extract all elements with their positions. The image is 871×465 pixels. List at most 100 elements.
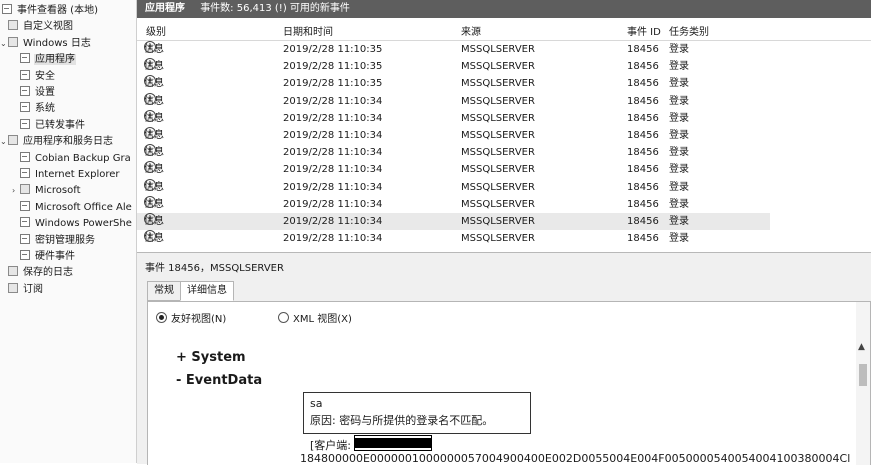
- sidebar-item[interactable]: 保存的日志: [0, 265, 144, 281]
- sidebar-item[interactable]: Windows PowerShe: [0, 216, 156, 232]
- table-row[interactable]: i 信息 2019/2/28 11:10:35 MSSQLSERVER 18456 登录: [137, 75, 770, 92]
- level-cell: i 信息: [144, 161, 164, 178]
- datetime-cell: 2019/2/28 11:10:34: [283, 181, 383, 193]
- event-id-cell: 18456: [627, 198, 659, 210]
- folder-icon: [8, 266, 18, 277]
- event-id-cell: 18456: [627, 44, 659, 55]
- event-user: sa: [310, 397, 323, 410]
- datetime-cell: 2019/2/28 11:10:34: [283, 112, 383, 124]
- system-section-toggle[interactable]: + System: [176, 350, 246, 365]
- sidebar-item[interactable]: 安全: [0, 69, 156, 85]
- sidebar-item-label: 设置: [35, 87, 55, 98]
- sidebar-item[interactable]: 系统: [0, 101, 156, 117]
- level-cell: i 信息: [144, 178, 164, 196]
- column-header-source[interactable]: 来源: [461, 26, 481, 40]
- column-header-level[interactable]: 级别: [146, 26, 166, 40]
- friendly-view-radio[interactable]: 友好视图(N): [156, 312, 226, 327]
- sidebar-item[interactable]: › Microsoft: [0, 183, 156, 199]
- log-icon: [20, 118, 30, 129]
- xml-view-radio[interactable]: XML 视图(X): [278, 312, 352, 327]
- source-cell: MSSQLSERVER: [461, 216, 535, 227]
- table-row[interactable]: i 信息 2019/2/28 11:10:35 MSSQLSERVER 18456 登录: [137, 58, 770, 75]
- table-row[interactable]: i 信息 2019/2/28 11:10:34 MSSQLSERVER 18456 登录: [137, 144, 770, 161]
- event-id-cell: 18456: [627, 112, 659, 124]
- table-row[interactable]: i 信息 2019/2/28 11:10:34 MSSQLSERVER 18456 登录: [137, 92, 770, 110]
- sidebar-item[interactable]: 已转发事件: [0, 118, 156, 134]
- table-row[interactable]: i 信息 2019/2/28 11:10:34 MSSQLSERVER 18456 登录: [137, 178, 770, 196]
- log-icon: [20, 53, 30, 64]
- sidebar-item[interactable]: Cobian Backup Gra: [0, 151, 156, 167]
- column-header-category[interactable]: 任务类别: [669, 26, 709, 40]
- sidebar-item-label: 保存的日志: [23, 267, 73, 279]
- info-icon: i: [144, 92, 156, 105]
- event-id-cell: 18456: [627, 181, 659, 193]
- sidebar-item[interactable]: ⌄ Windows 日志: [0, 36, 144, 52]
- event-id-cell: 18456: [627, 164, 659, 176]
- sidebar-item-label: 已转发事件: [35, 119, 85, 131]
- event-viewer-icon: [2, 4, 12, 14]
- category-cell: 登录: [669, 233, 689, 245]
- sidebar-item[interactable]: ⌄ 应用程序和服务日志: [0, 134, 144, 150]
- scroll-up-icon[interactable]: ▲: [858, 342, 865, 352]
- level-cell: i 信息: [144, 230, 164, 247]
- eventdata-section-toggle[interactable]: - EventData: [176, 373, 262, 388]
- folder-icon: [20, 184, 30, 195]
- sidebar-item[interactable]: Microsoft Office Ale: [0, 200, 156, 216]
- scroll-thumb[interactable]: [859, 364, 867, 386]
- level-cell: i 信息: [144, 58, 164, 75]
- event-id-cell: 18456: [627, 95, 659, 107]
- event-id-cell: 18456: [627, 78, 659, 90]
- source-cell: MSSQLSERVER: [461, 44, 535, 55]
- datetime-cell: 2019/2/28 11:10:35: [283, 78, 383, 90]
- source-cell: MSSQLSERVER: [461, 61, 535, 73]
- log-icon: [20, 200, 30, 211]
- sidebar-item[interactable]: 密钥管理服务: [0, 233, 156, 249]
- table-row[interactable]: i 信息 2019/2/28 11:10:34 MSSQLSERVER 18456 登录: [137, 213, 770, 230]
- log-icon: [20, 168, 30, 178]
- sidebar-item[interactable]: Internet Explorer: [0, 167, 156, 183]
- event-id-cell: 18456: [627, 147, 659, 159]
- sidebar-item[interactable]: 应用程序: [0, 52, 156, 68]
- table-row[interactable]: i 信息 2019/2/28 11:10:35 MSSQLSERVER 18456 登录: [137, 41, 770, 58]
- expand-chevron-icon[interactable]: ›: [12, 183, 15, 199]
- column-header-datetime[interactable]: 日期和时间: [283, 26, 333, 40]
- radio-selected-icon: [156, 312, 167, 323]
- table-row[interactable]: i 信息 2019/2/28 11:10:34 MSSQLSERVER 18456 登录: [137, 195, 770, 213]
- sidebar-item[interactable]: 事件查看器 (本地): [0, 3, 138, 19]
- category-cell: 登录: [669, 216, 689, 227]
- tab-general[interactable]: 常规: [147, 281, 181, 301]
- radio-unselected-icon: [278, 312, 289, 323]
- sidebar-item[interactable]: 自定义视图: [0, 19, 144, 35]
- log-header: 应用程序 事件数: 56,413 (!) 可用的新事件: [137, 0, 871, 18]
- table-row[interactable]: i 信息 2019/2/28 11:10:34 MSSQLSERVER 18456 登录: [137, 109, 770, 127]
- log-icon: [20, 217, 30, 228]
- sidebar-item-label: 事件查看器 (本地): [17, 5, 98, 16]
- source-cell: MSSQLSERVER: [461, 130, 535, 141]
- source-cell: MSSQLSERVER: [461, 181, 535, 193]
- datetime-cell: 2019/2/28 11:10:35: [283, 44, 383, 55]
- sidebar-item[interactable]: 设置: [0, 85, 156, 101]
- detail-scrollbar[interactable]: ▲: [856, 302, 870, 465]
- category-cell: 登录: [669, 147, 689, 159]
- level-cell: i 信息: [144, 41, 164, 58]
- folder-icon: [8, 135, 18, 146]
- column-header-event-id[interactable]: 事件 ID: [627, 26, 661, 40]
- level-cell: i 信息: [144, 213, 164, 230]
- table-row[interactable]: i 信息 2019/2/28 11:10:34 MSSQLSERVER 18456 登录: [137, 230, 770, 247]
- tab-details[interactable]: 详细信息: [180, 281, 234, 301]
- category-cell: 登录: [669, 130, 689, 141]
- sidebar-item[interactable]: 硬件事件: [0, 249, 156, 265]
- datetime-cell: 2019/2/28 11:10:34: [283, 147, 383, 159]
- expand-chevron-icon[interactable]: ⌄: [0, 36, 7, 52]
- sidebar-item-label: Microsoft Office Ale: [35, 201, 132, 213]
- log-icon: [20, 151, 30, 162]
- navigation-tree: 事件查看器 (本地) 自定义视图 ⌄ Windows 日志 应用程序 安全 设置 系统 已转发事…: [0, 0, 137, 463]
- table-row[interactable]: i 信息 2019/2/28 11:10:34 MSSQLSERVER 18456 登录: [137, 127, 770, 144]
- sidebar-item-label: 密钥管理服务: [35, 234, 95, 246]
- info-icon: i: [144, 213, 156, 225]
- expand-chevron-icon[interactable]: ⌄: [0, 134, 7, 150]
- table-row[interactable]: i 信息 2019/2/28 11:10:34 MSSQLSERVER 18456 登录: [137, 161, 770, 178]
- friendly-view-content: + System - EventData sa 原因: 密码与所提供的登录名不匹…: [160, 332, 860, 465]
- source-cell: MSSQLSERVER: [461, 164, 535, 176]
- sidebar-item[interactable]: 订阅: [0, 282, 144, 298]
